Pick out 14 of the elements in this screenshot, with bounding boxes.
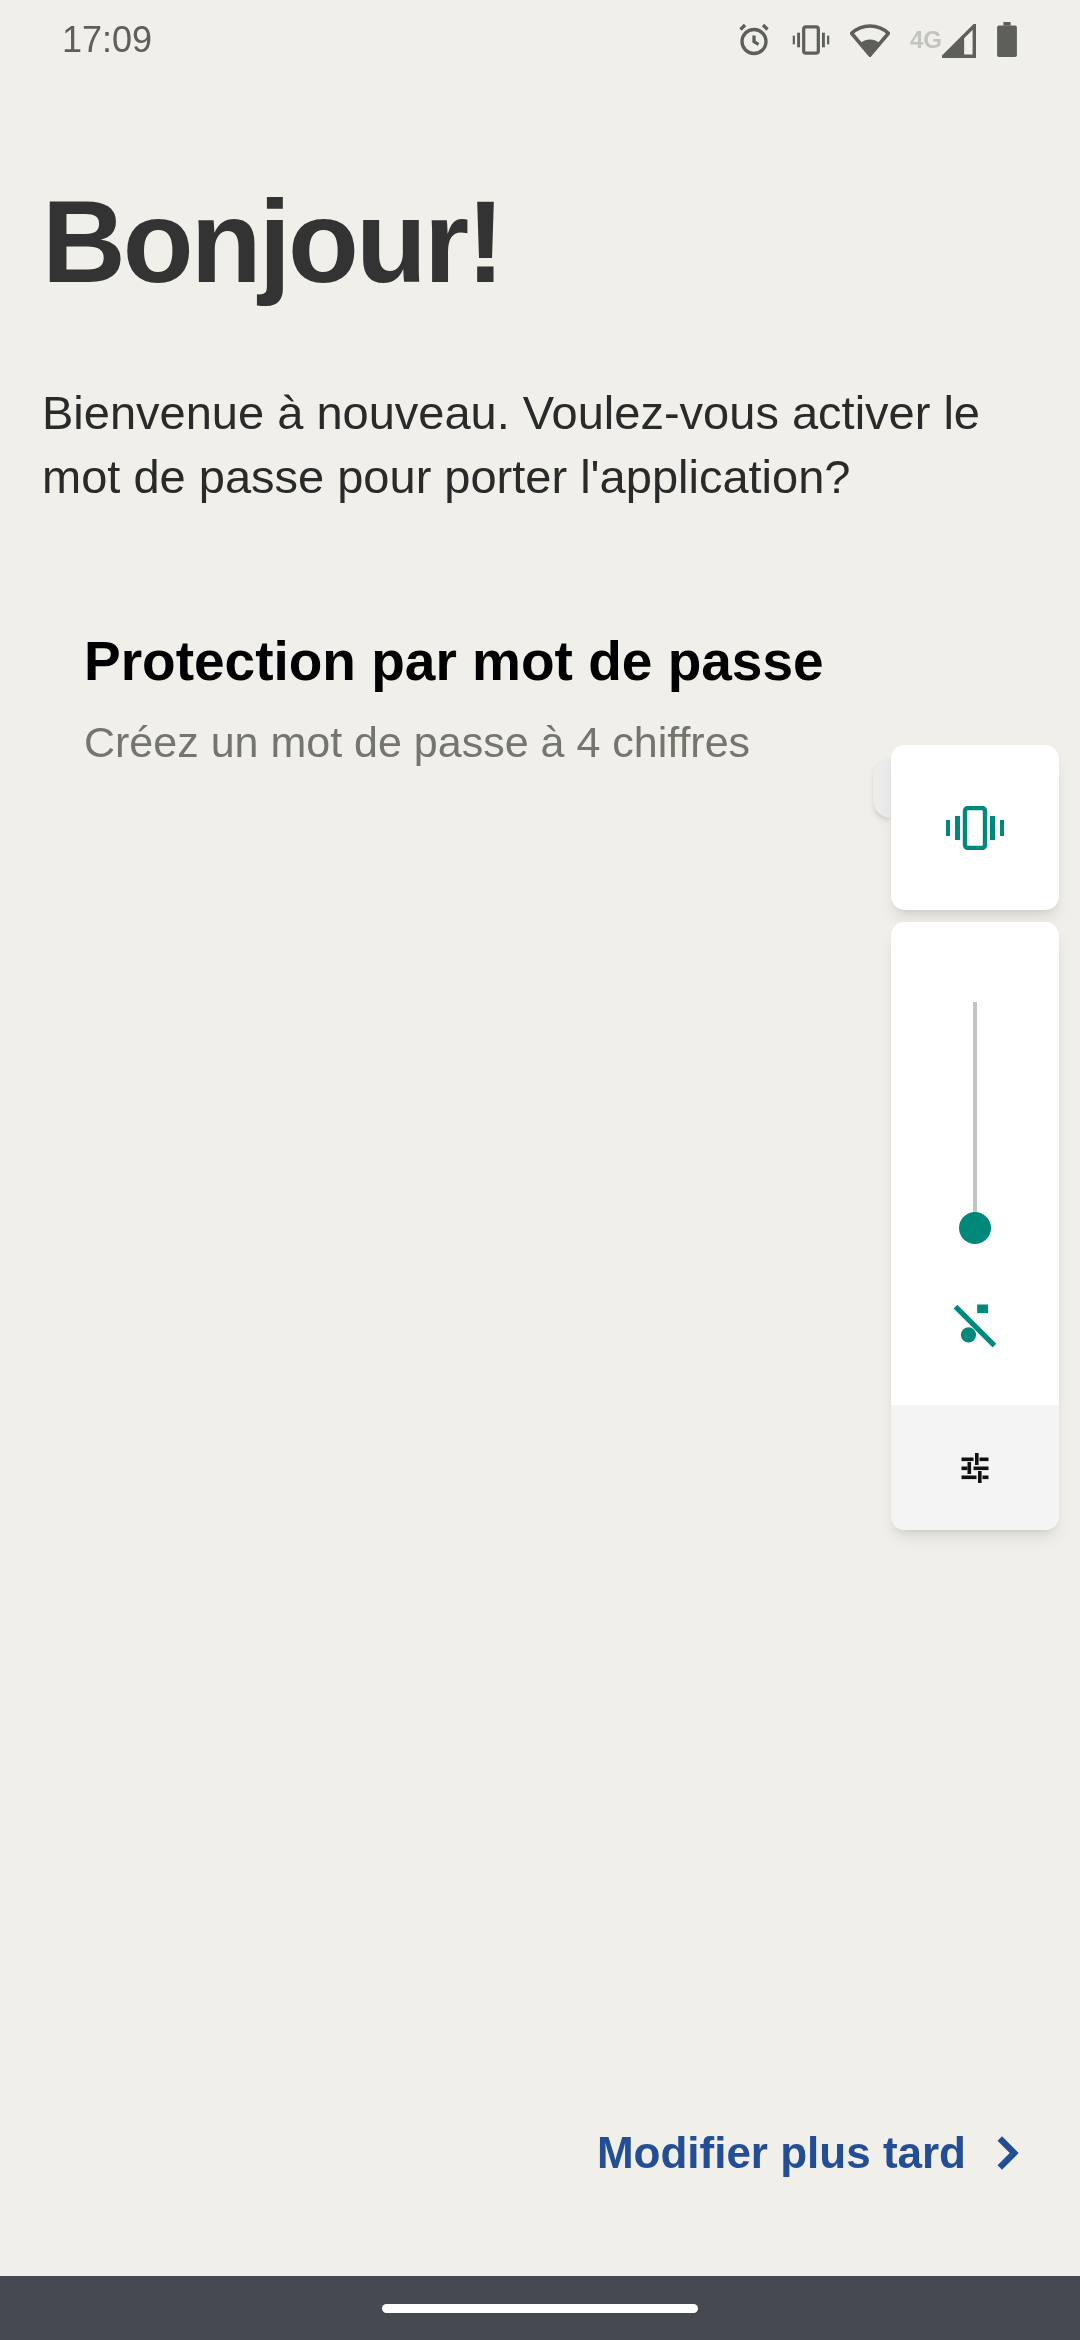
- volume-slider-thumb[interactable]: [959, 1212, 991, 1244]
- ringer-mode-button[interactable]: [891, 745, 1059, 910]
- vibrate-icon: [792, 22, 830, 58]
- wifi-icon: [850, 23, 890, 57]
- battery-icon: [996, 22, 1018, 58]
- toggle-switch-thumb[interactable]: [873, 758, 891, 818]
- setting-subtitle: Créez un mot de passe à 4 chiffres: [84, 716, 752, 768]
- welcome-message: Bienvenue à nouveau. Voulez-vous activer le mot de passe pour porter l'application?: [42, 385, 981, 505]
- clock-time: 17:09: [62, 18, 153, 62]
- setting-title: Protection par mot de passe: [84, 629, 825, 694]
- greeting-title: Bonjour!: [42, 176, 502, 309]
- signal-icon: [942, 24, 976, 58]
- later-link[interactable]: Modifier plus tard: [596, 2120, 1020, 2186]
- home-handle[interactable]: [382, 2303, 698, 2313]
